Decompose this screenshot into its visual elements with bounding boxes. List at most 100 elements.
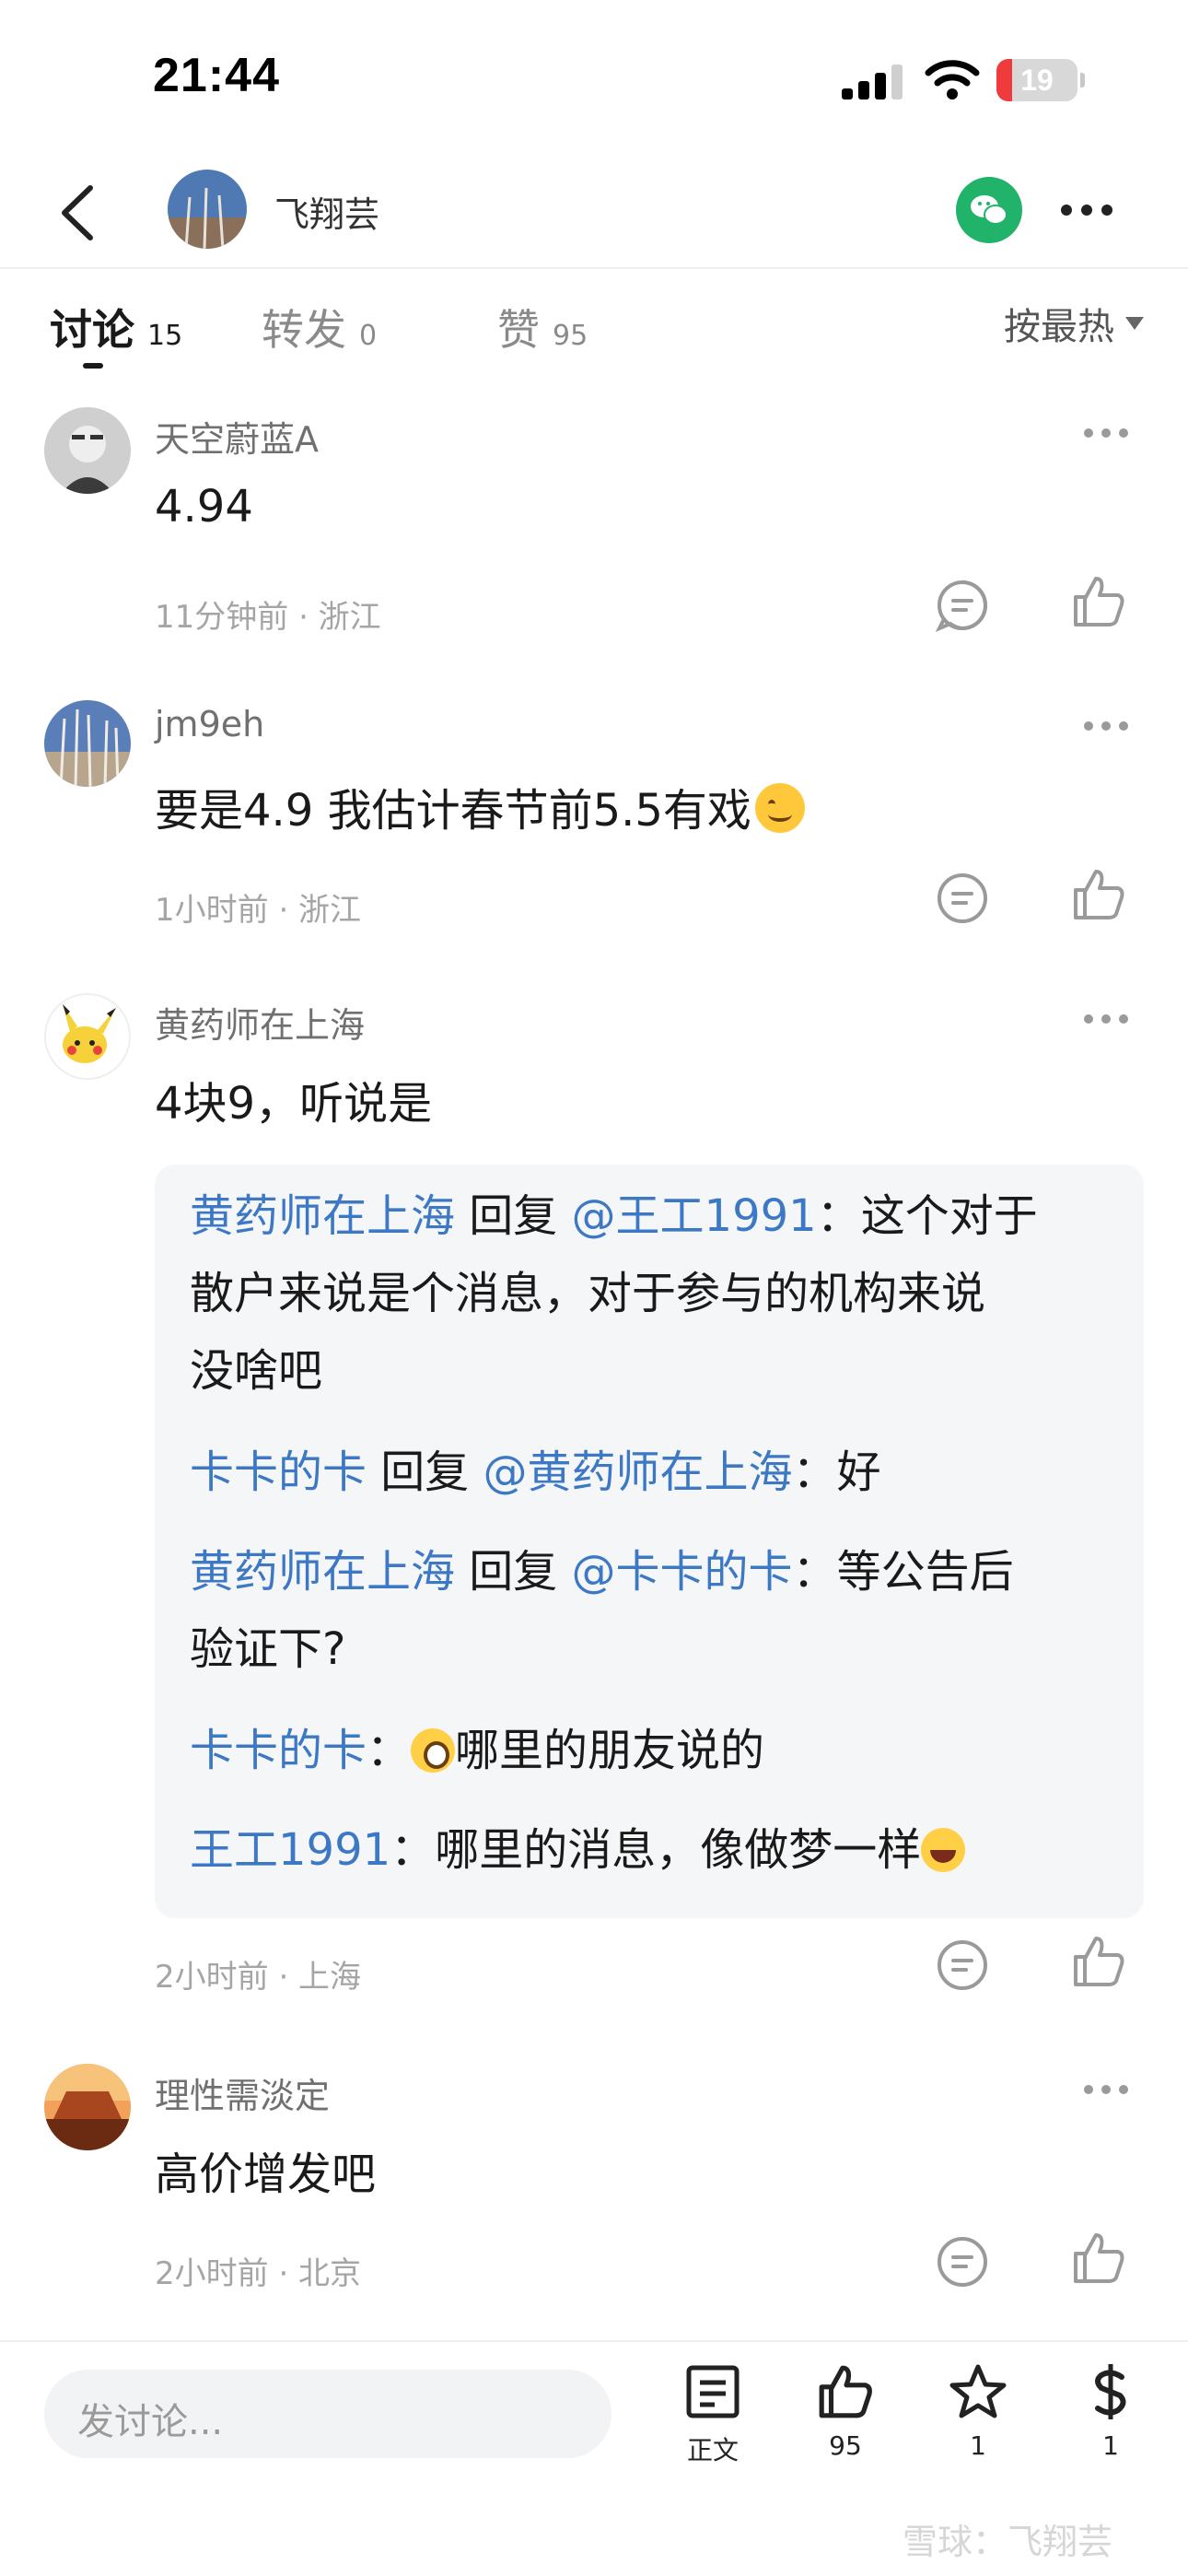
commenter-avatar[interactable]	[44, 407, 131, 494]
article-button[interactable]: 正文	[658, 2362, 768, 2500]
more-options-icon[interactable]	[1083, 1013, 1129, 1025]
smile-emoji-icon	[754, 783, 805, 833]
back-button[interactable]	[52, 181, 107, 245]
reply-icon[interactable]	[936, 2235, 989, 2289]
wechat-share-button[interactable]	[956, 177, 1022, 243]
comment-meta: 2小时前 · 上海	[155, 1959, 362, 1996]
more-options-icon[interactable]	[1083, 720, 1129, 732]
thumbs-up-icon	[819, 2365, 872, 2418]
more-options-icon[interactable]	[1083, 427, 1129, 439]
reply-icon[interactable]	[936, 1938, 989, 1992]
reply-target[interactable]: @黄药师在上海	[483, 1446, 793, 1498]
reply-verb: 回复	[455, 1190, 572, 1242]
caret-down-icon	[1125, 317, 1144, 330]
watermark: 雪球：飞翔芸	[903, 2522, 1113, 2562]
article-label: 正文	[686, 2435, 739, 2465]
nav-bar: 飞翔芸	[0, 157, 1188, 269]
comment-meta: 2小时前 · 北京	[155, 2255, 362, 2292]
comment-text: 高价增发吧	[155, 2149, 377, 2200]
comment-text: 4块9，听说是	[155, 1078, 433, 1130]
reply-separator: ：	[792, 1446, 837, 1498]
status-bar: 21:44 19	[0, 0, 1188, 157]
reply-item[interactable]: 黄药师在上海 回复 @卡卡的卡：等公告后 验证下?	[190, 1533, 1120, 1688]
article-icon	[686, 2365, 740, 2418]
reply-item[interactable]: 王工1991：哪里的消息，像做梦一样	[190, 1811, 1120, 1889]
reply-text: 哪里的朋友说的	[455, 1725, 765, 1776]
comment-item: 天空蔚蓝A 4.94 11分钟前 · 浙江	[0, 407, 1188, 665]
tab-count: 15	[147, 320, 183, 352]
author-avatar[interactable]	[168, 170, 247, 249]
tab-count: 0	[359, 320, 378, 352]
reply-author[interactable]: 卡卡的卡	[190, 1446, 367, 1498]
reward-count: 1	[1102, 2430, 1119, 2461]
more-options-icon[interactable]	[1059, 203, 1114, 217]
tab-bar: 讨论 15 转发 0 赞 95 按最热	[0, 275, 1188, 376]
commenter-name[interactable]: 黄药师在上海	[155, 997, 365, 1048]
laugh-cry-emoji-icon	[921, 1828, 966, 1872]
commenter-name[interactable]: jm9eh	[155, 704, 264, 744]
reply-item[interactable]: 卡卡的卡 回复 @黄药师在上海：好	[190, 1434, 1120, 1511]
active-tab-indicator	[83, 363, 103, 369]
wifi-icon	[925, 60, 980, 100]
reply-separator: ：	[367, 1725, 412, 1776]
thumbs-up-icon[interactable]	[1070, 866, 1127, 923]
reply-author[interactable]: 王工1991	[190, 1824, 390, 1876]
like-count: 95	[829, 2430, 862, 2461]
reply-author[interactable]: 卡卡的卡	[190, 1725, 367, 1776]
battery-level: 19	[1020, 64, 1054, 97]
cellular-signal-icon	[842, 64, 903, 100]
status-time: 21:44	[153, 49, 280, 102]
tab-label: 转发	[262, 305, 346, 355]
thumbs-up-icon[interactable]	[1070, 573, 1127, 630]
discussion-input[interactable]: 发讨论...	[44, 2370, 611, 2458]
author-name[interactable]: 飞翔芸	[274, 186, 379, 237]
reply-target[interactable]: @卡卡的卡	[572, 1546, 793, 1598]
comment-text: 要是4.9 我估计春节前5.5有戏	[155, 774, 805, 838]
comment-meta: 11分钟前 · 浙江	[155, 599, 381, 636]
thumbs-up-icon[interactable]	[1070, 1933, 1127, 1990]
reply-item[interactable]: 黄药师在上海 回复 @王工1991：这个对于 散户来说是个消息，对于参与的机构来…	[190, 1177, 1120, 1410]
reply-author[interactable]: 黄药师在上海	[190, 1190, 455, 1242]
tab-repost[interactable]: 转发 0	[262, 297, 378, 355]
commenter-avatar[interactable]	[44, 993, 131, 1080]
wechat-icon	[971, 195, 1007, 225]
comment-text-content: 要是4.9 我估计春节前5.5有戏	[155, 785, 751, 837]
tab-label: 赞	[497, 305, 540, 355]
favorite-count: 1	[970, 2430, 986, 2461]
reply-author[interactable]: 黄药师在上海	[190, 1546, 455, 1598]
reply-separator: ：	[792, 1546, 837, 1598]
comment-text: 4.94	[155, 481, 253, 533]
reply-separator: ：	[390, 1824, 436, 1876]
reply-text: 没啥吧	[190, 1345, 323, 1397]
reply-thread: 黄药师在上海 回复 @王工1991 ： 这个对于 散户来说是个消息，对于参与的机构来…	[155, 1165, 1144, 1918]
reply-target[interactable]: @王工1991	[572, 1190, 817, 1242]
reply-text: 散户来说是个消息，对于参与的机构来说	[190, 1268, 986, 1319]
reply-text: 这个对于	[860, 1190, 1038, 1242]
star-icon	[949, 2364, 1007, 2418]
reply-item[interactable]: 卡卡的卡： 哪里的朋友说的	[190, 1712, 1120, 1789]
commenter-avatar[interactable]	[44, 700, 131, 787]
reply-text: 哪里的消息，像做梦一样	[435, 1824, 922, 1876]
comment-item: jm9eh 要是4.9 我估计春节前5.5有戏 1小时前 · 浙江	[0, 700, 1188, 958]
reply-icon[interactable]	[936, 872, 989, 925]
tab-likes[interactable]: 赞 95	[497, 297, 588, 355]
sort-dropdown[interactable]: 按最热	[1004, 297, 1144, 350]
sort-label: 按最热	[1004, 306, 1114, 348]
more-options-icon[interactable]	[1083, 2084, 1129, 2095]
discussion-input-placeholder: 发讨论...	[77, 2401, 224, 2443]
reward-button[interactable]: 1	[1055, 2362, 1166, 2500]
commenter-name[interactable]: 天空蔚蓝A	[155, 411, 319, 462]
reply-text: 等公告后	[836, 1546, 1014, 1598]
commenter-name[interactable]: 理性需淡定	[155, 2067, 330, 2118]
reply-verb: 回复	[367, 1446, 483, 1498]
thumbs-up-icon[interactable]	[1070, 2230, 1127, 2287]
commenter-avatar[interactable]	[44, 2064, 131, 2150]
reply-text: 好	[836, 1446, 881, 1498]
dollar-icon	[1095, 2364, 1126, 2419]
reply-icon[interactable]	[936, 579, 989, 632]
shocked-emoji-icon	[411, 1728, 456, 1773]
tab-discussion[interactable]: 讨论 15	[50, 297, 183, 355]
like-button[interactable]: 95	[790, 2362, 901, 2500]
favorite-button[interactable]: 1	[923, 2362, 1033, 2500]
comment-item: 理性需淡定 高价增发吧 2小时前 · 北京	[0, 2064, 1188, 2322]
